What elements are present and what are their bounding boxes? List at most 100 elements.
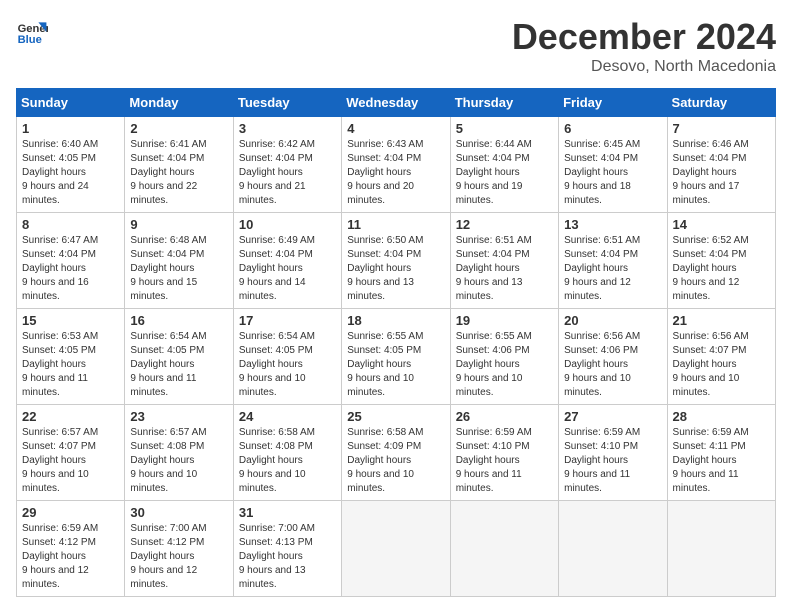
day-number: 23 <box>130 409 227 424</box>
day-cell-16: 16 Sunrise: 6:54 AMSunset: 4:05 PMDaylig… <box>125 309 233 405</box>
day-number: 18 <box>347 313 444 328</box>
day-number: 15 <box>22 313 119 328</box>
day-number: 24 <box>239 409 336 424</box>
cell-info: Sunrise: 6:46 AMSunset: 4:04 PMDaylight … <box>673 139 749 206</box>
week-row-3: 15 Sunrise: 6:53 AMSunset: 4:05 PMDaylig… <box>17 309 776 405</box>
cell-info: Sunrise: 6:57 AMSunset: 4:08 PMDaylight … <box>130 427 206 494</box>
day-number: 25 <box>347 409 444 424</box>
day-number: 16 <box>130 313 227 328</box>
day-number: 29 <box>22 505 119 520</box>
day-number: 13 <box>564 217 661 232</box>
cell-info: Sunrise: 6:57 AMSunset: 4:07 PMDaylight … <box>22 427 98 494</box>
day-number: 31 <box>239 505 336 520</box>
day-cell-8: 8 Sunrise: 6:47 AMSunset: 4:04 PMDayligh… <box>17 213 125 309</box>
calendar-table: Sunday Monday Tuesday Wednesday Thursday… <box>16 88 776 597</box>
day-cell-27: 27 Sunrise: 6:59 AMSunset: 4:10 PMDaylig… <box>559 405 667 501</box>
day-cell-2: 2 Sunrise: 6:41 AMSunset: 4:04 PMDayligh… <box>125 117 233 213</box>
cell-info: Sunrise: 7:00 AMSunset: 4:12 PMDaylight … <box>130 523 206 590</box>
logo-icon: General Blue <box>16 16 48 48</box>
cell-info: Sunrise: 6:58 AMSunset: 4:08 PMDaylight … <box>239 427 315 494</box>
week-row-5: 29 Sunrise: 6:59 AMSunset: 4:12 PMDaylig… <box>17 501 776 597</box>
cell-info: Sunrise: 6:44 AMSunset: 4:04 PMDaylight … <box>456 139 532 206</box>
day-cell-1: 1 Sunrise: 6:40 AMSunset: 4:05 PMDayligh… <box>17 117 125 213</box>
col-wednesday: Wednesday <box>342 89 450 117</box>
cell-info: Sunrise: 6:52 AMSunset: 4:04 PMDaylight … <box>673 235 749 302</box>
header: General Blue December 2024 Desovo, North… <box>16 16 776 76</box>
col-sunday: Sunday <box>17 89 125 117</box>
cell-info: Sunrise: 6:49 AMSunset: 4:04 PMDaylight … <box>239 235 315 302</box>
day-number: 14 <box>673 217 770 232</box>
day-cell-28: 28 Sunrise: 6:59 AMSunset: 4:11 PMDaylig… <box>667 405 775 501</box>
day-cell-29: 29 Sunrise: 6:59 AMSunset: 4:12 PMDaylig… <box>17 501 125 597</box>
day-cell-7: 7 Sunrise: 6:46 AMSunset: 4:04 PMDayligh… <box>667 117 775 213</box>
day-cell-26: 26 Sunrise: 6:59 AMSunset: 4:10 PMDaylig… <box>450 405 558 501</box>
day-cell-11: 11 Sunrise: 6:50 AMSunset: 4:04 PMDaylig… <box>342 213 450 309</box>
location: Desovo, North Macedonia <box>512 58 776 76</box>
day-number: 5 <box>456 121 553 136</box>
empty-cell <box>559 501 667 597</box>
empty-cell <box>450 501 558 597</box>
day-cell-15: 15 Sunrise: 6:53 AMSunset: 4:05 PMDaylig… <box>17 309 125 405</box>
day-cell-14: 14 Sunrise: 6:52 AMSunset: 4:04 PMDaylig… <box>667 213 775 309</box>
cell-info: Sunrise: 6:54 AMSunset: 4:05 PMDaylight … <box>130 331 206 398</box>
cell-info: Sunrise: 6:59 AMSunset: 4:12 PMDaylight … <box>22 523 98 590</box>
day-number: 19 <box>456 313 553 328</box>
cell-info: Sunrise: 6:59 AMSunset: 4:11 PMDaylight … <box>673 427 749 494</box>
cell-info: Sunrise: 6:59 AMSunset: 4:10 PMDaylight … <box>564 427 640 494</box>
day-cell-13: 13 Sunrise: 6:51 AMSunset: 4:04 PMDaylig… <box>559 213 667 309</box>
cell-info: Sunrise: 6:55 AMSunset: 4:06 PMDaylight … <box>456 331 532 398</box>
day-number: 26 <box>456 409 553 424</box>
cell-info: Sunrise: 6:45 AMSunset: 4:04 PMDaylight … <box>564 139 640 206</box>
col-friday: Friday <box>559 89 667 117</box>
day-number: 20 <box>564 313 661 328</box>
cell-info: Sunrise: 6:51 AMSunset: 4:04 PMDaylight … <box>456 235 532 302</box>
day-cell-21: 21 Sunrise: 6:56 AMSunset: 4:07 PMDaylig… <box>667 309 775 405</box>
empty-cell <box>667 501 775 597</box>
cell-info: Sunrise: 6:58 AMSunset: 4:09 PMDaylight … <box>347 427 423 494</box>
col-tuesday: Tuesday <box>233 89 341 117</box>
day-cell-24: 24 Sunrise: 6:58 AMSunset: 4:08 PMDaylig… <box>233 405 341 501</box>
day-cell-30: 30 Sunrise: 7:00 AMSunset: 4:12 PMDaylig… <box>125 501 233 597</box>
day-number: 21 <box>673 313 770 328</box>
day-number: 17 <box>239 313 336 328</box>
svg-text:Blue: Blue <box>18 34 42 46</box>
day-cell-18: 18 Sunrise: 6:55 AMSunset: 4:05 PMDaylig… <box>342 309 450 405</box>
cell-info: Sunrise: 6:42 AMSunset: 4:04 PMDaylight … <box>239 139 315 206</box>
day-number: 10 <box>239 217 336 232</box>
cell-info: Sunrise: 6:40 AMSunset: 4:05 PMDaylight … <box>22 139 98 206</box>
day-cell-23: 23 Sunrise: 6:57 AMSunset: 4:08 PMDaylig… <box>125 405 233 501</box>
cell-info: Sunrise: 6:43 AMSunset: 4:04 PMDaylight … <box>347 139 423 206</box>
cell-info: Sunrise: 6:41 AMSunset: 4:04 PMDaylight … <box>130 139 206 206</box>
day-cell-19: 19 Sunrise: 6:55 AMSunset: 4:06 PMDaylig… <box>450 309 558 405</box>
day-cell-12: 12 Sunrise: 6:51 AMSunset: 4:04 PMDaylig… <box>450 213 558 309</box>
cell-info: Sunrise: 6:53 AMSunset: 4:05 PMDaylight … <box>22 331 98 398</box>
day-cell-3: 3 Sunrise: 6:42 AMSunset: 4:04 PMDayligh… <box>233 117 341 213</box>
cell-info: Sunrise: 7:00 AMSunset: 4:13 PMDaylight … <box>239 523 315 590</box>
cell-info: Sunrise: 6:47 AMSunset: 4:04 PMDaylight … <box>22 235 98 302</box>
day-cell-6: 6 Sunrise: 6:45 AMSunset: 4:04 PMDayligh… <box>559 117 667 213</box>
col-monday: Monday <box>125 89 233 117</box>
day-number: 12 <box>456 217 553 232</box>
day-cell-9: 9 Sunrise: 6:48 AMSunset: 4:04 PMDayligh… <box>125 213 233 309</box>
cell-info: Sunrise: 6:56 AMSunset: 4:06 PMDaylight … <box>564 331 640 398</box>
day-cell-25: 25 Sunrise: 6:58 AMSunset: 4:09 PMDaylig… <box>342 405 450 501</box>
day-number: 6 <box>564 121 661 136</box>
cell-info: Sunrise: 6:51 AMSunset: 4:04 PMDaylight … <box>564 235 640 302</box>
day-cell-22: 22 Sunrise: 6:57 AMSunset: 4:07 PMDaylig… <box>17 405 125 501</box>
cell-info: Sunrise: 6:48 AMSunset: 4:04 PMDaylight … <box>130 235 206 302</box>
header-row: Sunday Monday Tuesday Wednesday Thursday… <box>17 89 776 117</box>
cell-info: Sunrise: 6:55 AMSunset: 4:05 PMDaylight … <box>347 331 423 398</box>
day-number: 3 <box>239 121 336 136</box>
day-number: 7 <box>673 121 770 136</box>
cell-info: Sunrise: 6:59 AMSunset: 4:10 PMDaylight … <box>456 427 532 494</box>
day-cell-5: 5 Sunrise: 6:44 AMSunset: 4:04 PMDayligh… <box>450 117 558 213</box>
day-number: 1 <box>22 121 119 136</box>
week-row-4: 22 Sunrise: 6:57 AMSunset: 4:07 PMDaylig… <box>17 405 776 501</box>
day-number: 4 <box>347 121 444 136</box>
title-area: December 2024 Desovo, North Macedonia <box>512 16 776 76</box>
day-number: 8 <box>22 217 119 232</box>
day-number: 11 <box>347 217 444 232</box>
day-number: 30 <box>130 505 227 520</box>
day-cell-17: 17 Sunrise: 6:54 AMSunset: 4:05 PMDaylig… <box>233 309 341 405</box>
col-saturday: Saturday <box>667 89 775 117</box>
